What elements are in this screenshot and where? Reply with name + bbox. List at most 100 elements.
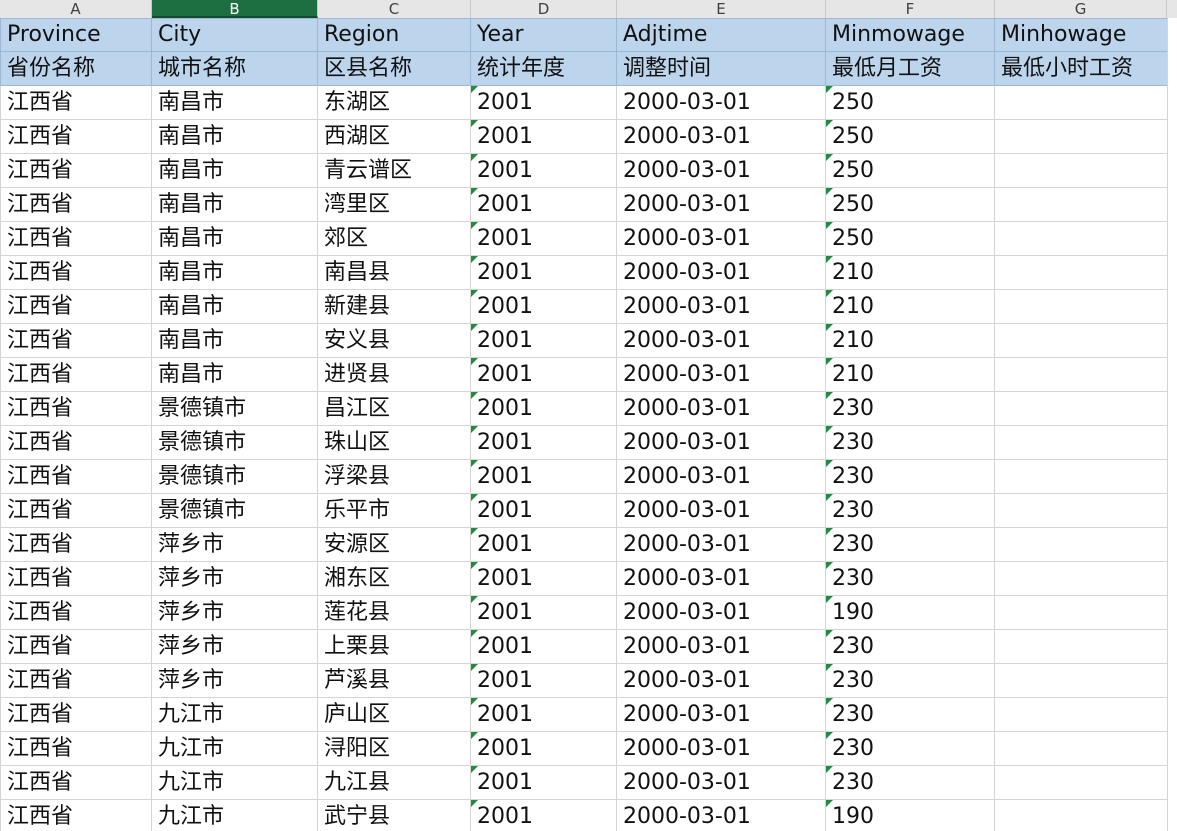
table-cell[interactable]: 江西省 bbox=[0, 527, 152, 562]
table-cell[interactable]: 230 bbox=[825, 731, 995, 766]
table-cell[interactable]: 南昌市 bbox=[151, 221, 318, 256]
table-cell[interactable]: 2000-03-01 bbox=[616, 731, 826, 766]
table-cell[interactable]: 210 bbox=[825, 323, 995, 358]
table-cell[interactable]: 江西省 bbox=[0, 187, 152, 222]
table-cell[interactable]: 萍乡市 bbox=[151, 561, 318, 596]
table-cell[interactable]: 2001 bbox=[470, 561, 617, 596]
header-cell[interactable]: 区县名称 bbox=[317, 51, 471, 86]
table-cell[interactable]: 江西省 bbox=[0, 595, 152, 630]
table-cell[interactable]: 250 bbox=[825, 221, 995, 256]
table-cell[interactable]: 江西省 bbox=[0, 493, 152, 528]
table-cell[interactable]: 250 bbox=[825, 85, 995, 120]
table-cell[interactable]: 2000-03-01 bbox=[616, 221, 826, 256]
table-cell[interactable]: 2000-03-01 bbox=[616, 799, 826, 831]
table-cell[interactable] bbox=[994, 663, 1169, 698]
table-cell[interactable]: 2000-03-01 bbox=[616, 527, 826, 562]
table-cell[interactable]: 江西省 bbox=[0, 85, 152, 120]
table-cell[interactable]: 西湖区 bbox=[317, 119, 471, 154]
table-cell[interactable]: 2001 bbox=[470, 425, 617, 460]
table-cell[interactable] bbox=[994, 765, 1169, 800]
table-cell[interactable] bbox=[994, 459, 1169, 494]
table-cell[interactable]: 2000-03-01 bbox=[616, 119, 826, 154]
table-cell[interactable]: 江西省 bbox=[0, 459, 152, 494]
table-cell[interactable]: 230 bbox=[825, 697, 995, 732]
table-cell[interactable]: 230 bbox=[825, 425, 995, 460]
table-cell[interactable]: 2000-03-01 bbox=[616, 629, 826, 664]
table-cell[interactable]: 南昌县 bbox=[317, 255, 471, 290]
table-cell[interactable]: 安义县 bbox=[317, 323, 471, 358]
table-cell[interactable]: 萍乡市 bbox=[151, 629, 318, 664]
table-cell[interactable]: 2001 bbox=[470, 663, 617, 698]
table-cell[interactable]: 2001 bbox=[470, 153, 617, 188]
table-cell[interactable]: 景德镇市 bbox=[151, 493, 318, 528]
table-cell[interactable]: 2001 bbox=[470, 357, 617, 392]
header-cell[interactable]: 最低月工资 bbox=[825, 51, 995, 86]
table-cell[interactable]: 190 bbox=[825, 595, 995, 630]
table-cell[interactable]: 2000-03-01 bbox=[616, 765, 826, 800]
table-cell[interactable] bbox=[994, 323, 1169, 358]
table-cell[interactable]: 萍乡市 bbox=[151, 527, 318, 562]
table-cell[interactable]: 浮梁县 bbox=[317, 459, 471, 494]
table-cell[interactable]: 230 bbox=[825, 561, 995, 596]
table-cell[interactable]: 250 bbox=[825, 119, 995, 154]
table-cell[interactable]: 上栗县 bbox=[317, 629, 471, 664]
table-cell[interactable]: 武宁县 bbox=[317, 799, 471, 831]
table-cell[interactable]: 江西省 bbox=[0, 221, 152, 256]
table-cell[interactable]: 庐山区 bbox=[317, 697, 471, 732]
table-cell[interactable]: 210 bbox=[825, 255, 995, 290]
table-cell[interactable]: 2001 bbox=[470, 289, 617, 324]
table-cell[interactable]: 2001 bbox=[470, 527, 617, 562]
table-cell[interactable]: 江西省 bbox=[0, 391, 152, 426]
table-cell[interactable]: 250 bbox=[825, 187, 995, 222]
table-cell[interactable]: 南昌市 bbox=[151, 255, 318, 290]
table-cell[interactable]: 2000-03-01 bbox=[616, 459, 826, 494]
table-cell[interactable]: 景德镇市 bbox=[151, 391, 318, 426]
table-cell[interactable]: 2000-03-01 bbox=[616, 697, 826, 732]
table-cell[interactable]: 2000-03-01 bbox=[616, 187, 826, 222]
table-cell[interactable]: 萍乡市 bbox=[151, 595, 318, 630]
table-cell[interactable]: 江西省 bbox=[0, 561, 152, 596]
table-cell[interactable]: 乐平市 bbox=[317, 493, 471, 528]
table-cell[interactable]: 2000-03-01 bbox=[616, 561, 826, 596]
column-header-e[interactable]: E bbox=[617, 0, 826, 18]
table-cell[interactable]: 2000-03-01 bbox=[616, 289, 826, 324]
table-cell[interactable]: 2001 bbox=[470, 221, 617, 256]
table-cell[interactable]: 210 bbox=[825, 289, 995, 324]
table-cell[interactable]: 萍乡市 bbox=[151, 663, 318, 698]
table-cell[interactable]: 2001 bbox=[470, 629, 617, 664]
table-cell[interactable]: 2001 bbox=[470, 697, 617, 732]
table-cell[interactable]: 190 bbox=[825, 799, 995, 831]
table-cell[interactable]: 2001 bbox=[470, 799, 617, 831]
table-cell[interactable] bbox=[994, 799, 1169, 831]
table-cell[interactable]: 2001 bbox=[470, 323, 617, 358]
table-cell[interactable]: 2000-03-01 bbox=[616, 153, 826, 188]
table-cell[interactable] bbox=[994, 493, 1169, 528]
table-cell[interactable]: 江西省 bbox=[0, 119, 152, 154]
table-cell[interactable]: 2001 bbox=[470, 493, 617, 528]
table-cell[interactable]: 南昌市 bbox=[151, 357, 318, 392]
column-header-c[interactable]: C bbox=[318, 0, 471, 18]
table-cell[interactable] bbox=[994, 731, 1169, 766]
header-cell[interactable]: 调整时间 bbox=[616, 51, 826, 86]
table-cell[interactable]: 230 bbox=[825, 629, 995, 664]
table-cell[interactable] bbox=[994, 357, 1169, 392]
table-cell[interactable]: 江西省 bbox=[0, 731, 152, 766]
table-cell[interactable]: 安源区 bbox=[317, 527, 471, 562]
table-cell[interactable]: 湘东区 bbox=[317, 561, 471, 596]
table-cell[interactable] bbox=[994, 187, 1169, 222]
table-cell[interactable]: 2000-03-01 bbox=[616, 391, 826, 426]
header-cell[interactable]: 最低小时工资 bbox=[994, 51, 1169, 86]
table-cell[interactable]: 2001 bbox=[470, 595, 617, 630]
table-cell[interactable] bbox=[994, 527, 1169, 562]
header-cell[interactable]: Adjtime bbox=[616, 18, 826, 52]
table-cell[interactable]: 230 bbox=[825, 459, 995, 494]
table-cell[interactable]: 南昌市 bbox=[151, 85, 318, 120]
table-cell[interactable]: 九江县 bbox=[317, 765, 471, 800]
table-cell[interactable]: 2000-03-01 bbox=[616, 85, 826, 120]
table-cell[interactable]: 九江市 bbox=[151, 765, 318, 800]
header-cell[interactable]: 省份名称 bbox=[0, 51, 152, 86]
table-cell[interactable]: 郊区 bbox=[317, 221, 471, 256]
table-cell[interactable]: 2000-03-01 bbox=[616, 425, 826, 460]
header-cell[interactable]: Minhowage bbox=[994, 18, 1169, 52]
column-header-d[interactable]: D bbox=[471, 0, 617, 18]
